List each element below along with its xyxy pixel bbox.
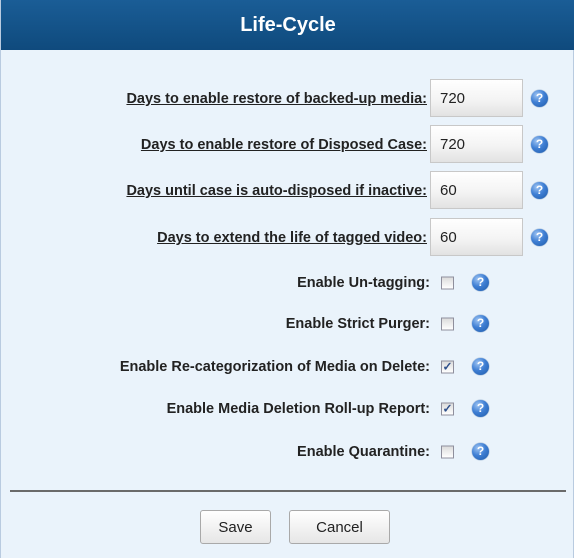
field-row-auto-disposed-inactive: Days until case is auto-disposed if inac…: [1, 171, 574, 211]
checkbox-row-media-deletion-report: Enable Media Deletion Roll-up Report: ✓ …: [1, 389, 574, 429]
checkbox-row-un-tagging: Enable Un-tagging: ?: [1, 263, 574, 303]
field-label-restore-backed-up-media: Days to enable restore of backed-up medi…: [126, 91, 427, 107]
checkbox-label-strict-purger: Enable Strict Purger:: [285, 316, 430, 332]
field-row-restore-backed-up-media: Days to enable restore of backed-up medi…: [1, 79, 574, 119]
strict-purger-checkbox[interactable]: [441, 317, 454, 331]
checkbox-row-quarantine: Enable Quarantine: ?: [1, 432, 574, 472]
field-label-extend-tagged-video: Days to extend the life of tagged video:: [157, 230, 427, 246]
help-icon[interactable]: ?: [472, 400, 489, 417]
quarantine-checkbox[interactable]: [441, 445, 454, 459]
media-deletion-report-checkbox[interactable]: ✓: [441, 402, 454, 416]
life-cycle-dialog: Life-Cycle Days to enable restore of bac…: [0, 0, 574, 558]
help-icon[interactable]: ?: [531, 136, 548, 153]
restore-disposed-case-input[interactable]: [430, 125, 523, 163]
save-button[interactable]: Save: [200, 510, 271, 544]
help-icon[interactable]: ?: [531, 90, 548, 107]
checkbox-row-strict-purger: Enable Strict Purger: ?: [1, 304, 574, 344]
field-label-restore-disposed-case: Days to enable restore of Disposed Case:: [140, 137, 427, 153]
checkbox-label-re-categorization: Enable Re-categorization of Media on Del…: [119, 359, 430, 375]
help-icon[interactable]: ?: [472, 315, 489, 332]
checkbox-row-re-categorization: Enable Re-categorization of Media on Del…: [1, 347, 574, 387]
checkbox-label-quarantine: Enable Quarantine:: [297, 444, 430, 460]
restore-backed-up-media-input[interactable]: [430, 79, 523, 117]
help-icon[interactable]: ?: [531, 229, 548, 246]
extend-tagged-video-input[interactable]: [430, 218, 523, 256]
dialog-title: Life-Cycle: [1, 0, 574, 50]
field-row-extend-tagged-video: Days to extend the life of tagged video:…: [1, 218, 574, 258]
help-icon[interactable]: ?: [472, 358, 489, 375]
cancel-button[interactable]: Cancel: [289, 510, 390, 544]
checkbox-label-media-deletion-report: Enable Media Deletion Roll-up Report:: [166, 401, 430, 417]
checkbox-label-un-tagging: Enable Un-tagging:: [297, 275, 430, 291]
auto-disposed-inactive-input[interactable]: [430, 171, 523, 209]
re-categorization-checkbox[interactable]: ✓: [441, 360, 454, 374]
field-row-restore-disposed-case: Days to enable restore of Disposed Case:…: [1, 125, 574, 165]
field-label-auto-disposed-inactive: Days until case is auto-disposed if inac…: [126, 183, 427, 199]
un-tagging-checkbox[interactable]: [441, 276, 454, 290]
help-icon[interactable]: ?: [472, 443, 489, 460]
divider: [10, 490, 566, 492]
help-icon[interactable]: ?: [472, 274, 489, 291]
help-icon[interactable]: ?: [531, 182, 548, 199]
